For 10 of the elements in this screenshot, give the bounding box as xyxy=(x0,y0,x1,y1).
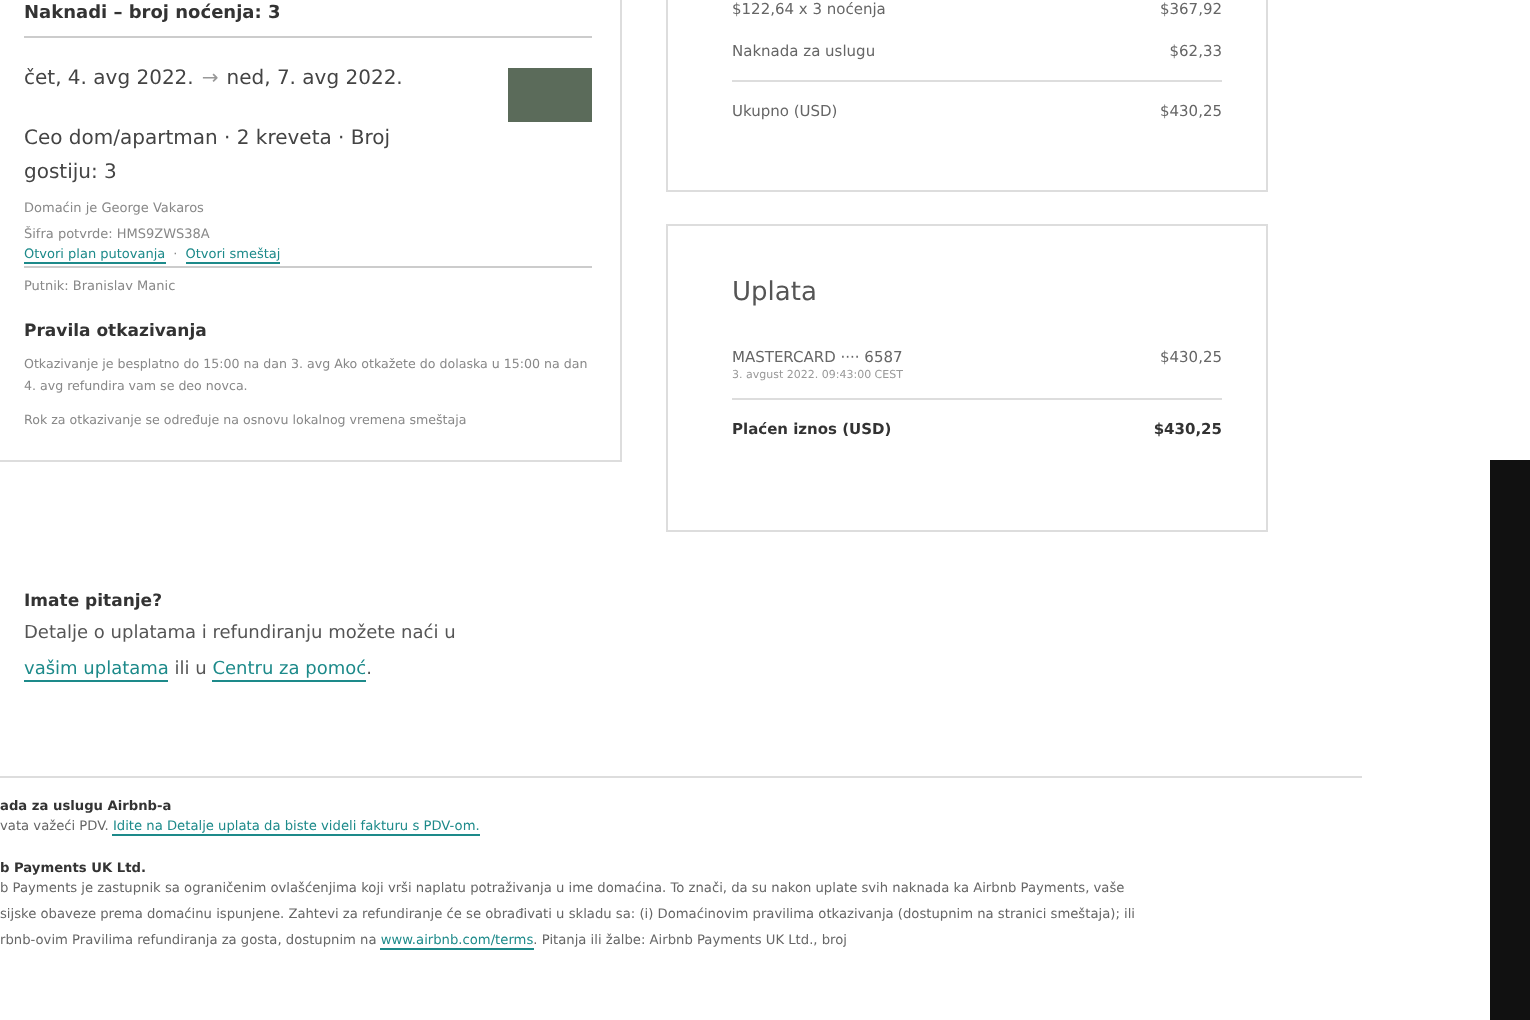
card-title: Uplata xyxy=(732,278,819,308)
link[interactable]: vašim uplatama xyxy=(24,660,169,682)
link[interactable]: Centru za pomoć xyxy=(212,660,367,682)
question-title: Imate pitanje? xyxy=(24,592,165,612)
stay-dates: čet, 4. avg 2022. → ned, 7. avg 2022. xyxy=(24,66,403,94)
help-text: Detalje o uplatama i refundiranju možete naći u vašim uplatama ili u Centru za pomoć. xyxy=(24,621,458,686)
photo-placeholder xyxy=(508,68,592,122)
card-heading: Naknadi – broj noćenja: 3 xyxy=(24,0,592,38)
listing-description: Ceo dom/apartman · 2 kreveta · Broj gostiju: 3 xyxy=(24,126,393,188)
section-title: Pravila otkazivanja xyxy=(24,322,209,342)
